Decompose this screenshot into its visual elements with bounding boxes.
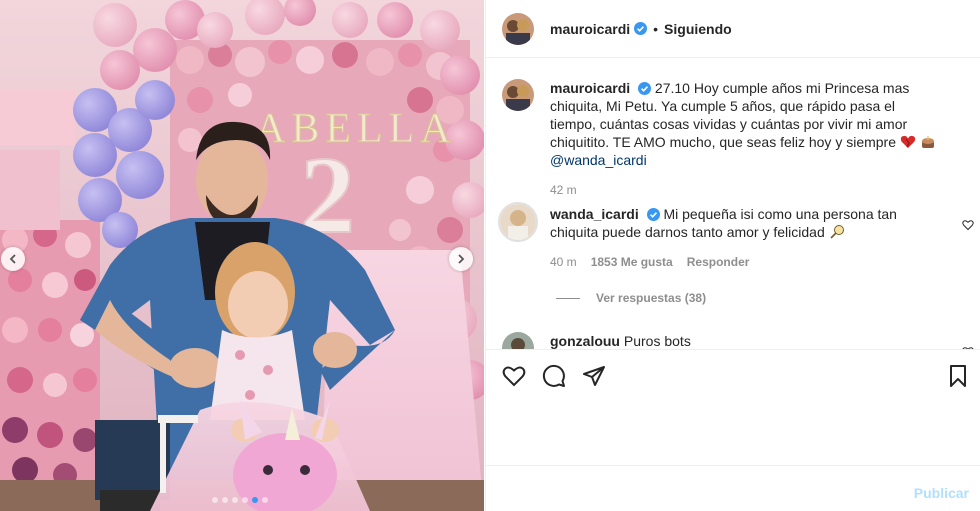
instagram-post-modal: ABELLA 2 mauroicardi • Siguiendo mauroic…	[0, 0, 980, 511]
like-comment-heart-icon[interactable]	[962, 219, 974, 231]
name-sign: ABELLA	[255, 106, 457, 152]
carousel-dot-active	[252, 497, 258, 503]
mention-link[interactable]: @wanda_icardi	[550, 152, 647, 168]
caption-time[interactable]: 42 m	[550, 183, 577, 197]
chevron-right-icon	[458, 254, 465, 264]
comment-icon[interactable]	[542, 364, 566, 388]
reply-button[interactable]: Responder	[687, 255, 750, 269]
post-photo[interactable]: ABELLA 2	[0, 0, 484, 511]
author-avatar[interactable]	[502, 12, 534, 45]
photo-illustration: ABELLA 2	[0, 0, 484, 511]
next-photo-button[interactable]	[449, 247, 473, 271]
comments-list[interactable]: mauroicardi 27.10 Hoy cumple años mi Pri…	[486, 59, 980, 349]
verified-badge-icon	[638, 82, 652, 95]
verified-badge-icon	[634, 22, 648, 35]
view-replies-label: Ver respuestas (38)	[596, 291, 707, 305]
comment-time[interactable]: 40 m	[550, 255, 577, 269]
carousel-dot	[232, 497, 238, 503]
heart-icon[interactable]	[502, 364, 526, 388]
add-comment-bar[interactable]: Publicar	[486, 465, 980, 511]
comment: wanda_icardi Mi pequeña isi como una per…	[498, 202, 974, 269]
lollipop-emoji-icon	[830, 225, 844, 239]
bookmark-icon[interactable]	[946, 364, 970, 388]
caption-avatar[interactable]	[502, 79, 534, 111]
header-separator: •	[653, 20, 659, 37]
author-username[interactable]: mauroicardi	[550, 21, 630, 37]
comment: gonzalouu Puros bots	[502, 332, 974, 349]
view-replies-button[interactable]: Ver respuestas (38)	[556, 291, 706, 305]
post-actions	[486, 349, 980, 405]
caption: mauroicardi 27.10 Hoy cumple años mi Pri…	[502, 79, 942, 197]
carousel-dot	[262, 497, 268, 503]
chevron-left-icon	[9, 254, 16, 264]
post-details-panel: mauroicardi • Siguiendo mauroicardi 27.1…	[485, 0, 980, 511]
comment-text: wanda_icardi Mi pequeña isi como una per…	[550, 205, 942, 241]
caption-text: mauroicardi 27.10 Hoy cumple años mi Pri…	[550, 79, 942, 169]
carousel-dot	[242, 497, 248, 503]
comment-body: Puros bots	[623, 333, 691, 349]
comment-avatar[interactable]	[498, 202, 538, 242]
verified-badge-icon	[646, 208, 660, 221]
comment-likes[interactable]: 1853 Me gusta	[591, 255, 673, 269]
previous-photo-button[interactable]	[1, 247, 25, 271]
comment-text: gonzalouu Puros bots	[550, 332, 942, 349]
comment-username[interactable]: gonzalouu	[550, 333, 620, 349]
replies-divider	[556, 297, 580, 299]
post-header: mauroicardi • Siguiendo	[486, 0, 980, 58]
carousel-dot	[222, 497, 228, 503]
comment-meta: 40 m 1853 Me gusta Responder	[550, 255, 942, 269]
comment-username[interactable]: wanda_icardi	[550, 206, 639, 222]
carousel-indicator	[212, 497, 268, 503]
caption-meta: 42 m	[550, 183, 942, 197]
cake-emoji-icon	[921, 136, 934, 148]
share-icon[interactable]	[582, 364, 606, 388]
carousel-dot	[212, 497, 218, 503]
caption-username[interactable]: mauroicardi	[550, 80, 630, 96]
following-button[interactable]: Siguiendo	[664, 21, 732, 37]
post-comment-button[interactable]: Publicar	[914, 485, 969, 501]
comment-avatar[interactable]	[502, 332, 534, 349]
heart-emoji-icon	[900, 135, 916, 148]
